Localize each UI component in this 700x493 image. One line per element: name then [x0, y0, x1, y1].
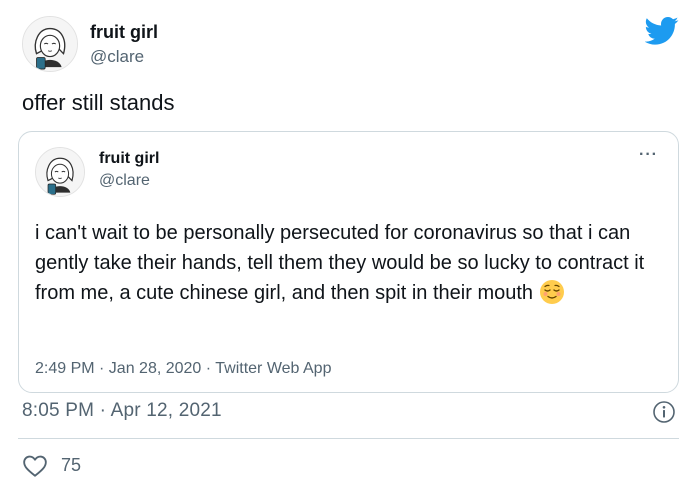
quoted-avatar[interactable] — [35, 147, 85, 197]
quoted-tweet-text: i can't wait to be personally persecuted… — [35, 218, 671, 314]
like-count: 75 — [61, 455, 82, 475]
avatar[interactable] — [22, 16, 78, 72]
quoted-author-handle[interactable]: @clare — [99, 172, 150, 190]
quoted-tweet-meta[interactable]: 2:49 PM · Jan 28, 2020 · Twitter Web App — [35, 360, 331, 378]
author-display-name[interactable]: fruit girl — [90, 22, 158, 43]
quoted-tweet-card[interactable]: fruit girl @clare ··· i can't wait to be… — [18, 131, 679, 393]
quoted-author-display-name[interactable]: fruit girl — [99, 150, 159, 168]
tweet-text: offer still stands — [22, 90, 175, 115]
tweet-timestamp[interactable]: 8:05 PM · Apr 12, 2021 — [22, 400, 222, 422]
heart-icon[interactable] — [22, 454, 48, 478]
info-icon[interactable] — [652, 400, 676, 424]
avatar-illustration — [36, 148, 84, 196]
divider — [18, 438, 679, 439]
relieved-face-emoji — [539, 279, 565, 314]
author-handle[interactable]: @clare — [90, 47, 144, 67]
ellipsis-icon[interactable]: ··· — [639, 146, 658, 164]
avatar-illustration — [23, 17, 77, 71]
twitter-bird-icon[interactable] — [645, 16, 679, 46]
